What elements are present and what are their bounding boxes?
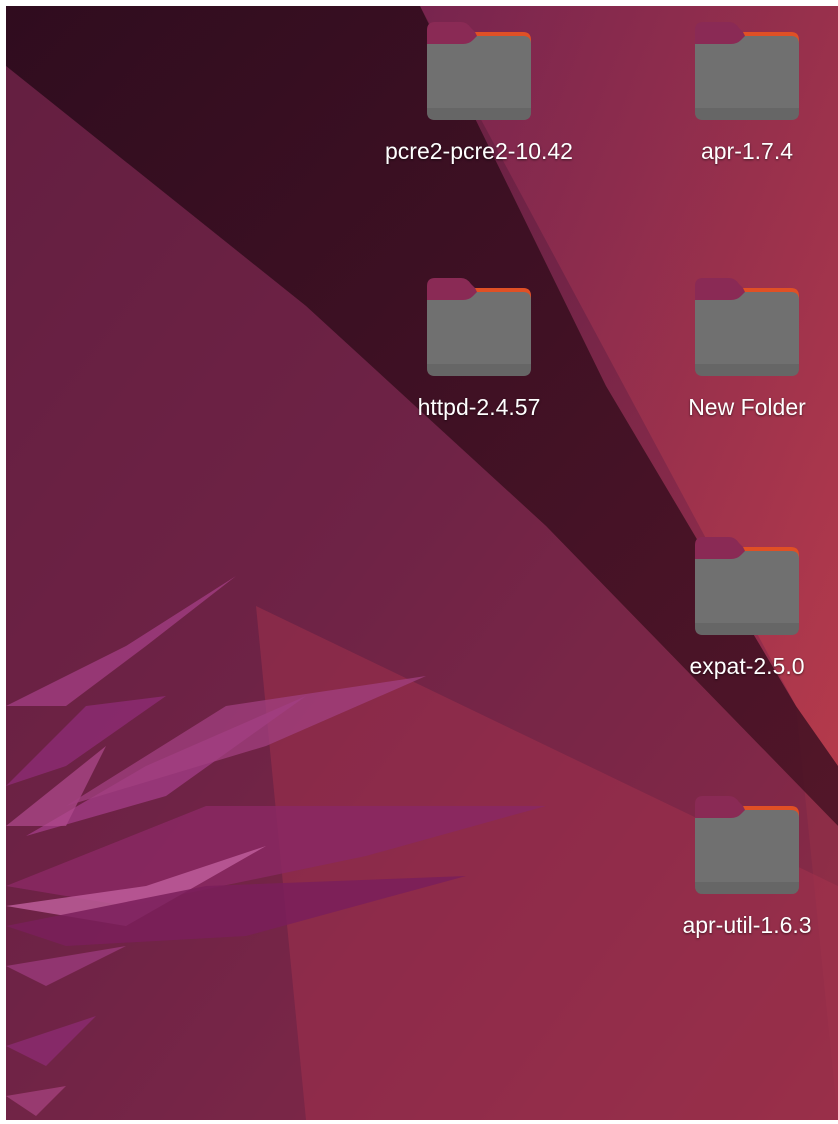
folder-icon [695,796,799,894]
desktop-folder-new-folder[interactable]: New Folder [622,274,838,421]
folder-icon [695,278,799,376]
desktop-folder-apr-util[interactable]: apr-util-1.6.3 [622,792,838,939]
desktop-folder-apr[interactable]: apr-1.7.4 [622,18,838,165]
desktop[interactable]: pcre2-pcre2-10.42 apr-1.7.4 httpd-2.4.57… [6,6,838,1120]
folder-icon [695,22,799,120]
icon-label: httpd-2.4.57 [417,394,541,420]
desktop-folder-expat[interactable]: expat-2.5.0 [622,533,838,680]
icon-label: pcre2-pcre2-10.42 [385,138,573,164]
desktop-folder-pcre2[interactable]: pcre2-pcre2-10.42 [354,18,604,165]
icon-label: New Folder [688,394,806,420]
folder-icon [427,278,531,376]
folder-icon [427,22,531,120]
icon-label: expat-2.5.0 [689,653,805,679]
desktop-folder-httpd[interactable]: httpd-2.4.57 [354,274,604,421]
folder-icon [695,537,799,635]
icon-label: apr-1.7.4 [700,138,794,164]
icon-label: apr-util-1.6.3 [682,912,812,938]
